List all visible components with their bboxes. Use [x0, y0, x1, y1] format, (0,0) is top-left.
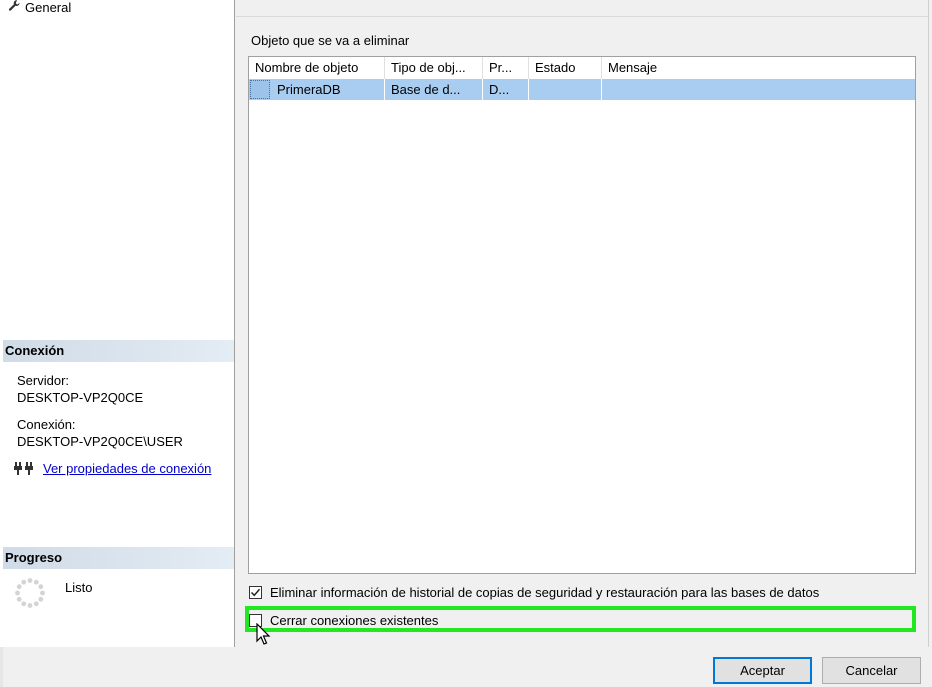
delete-history-label: Eliminar información de historial de cop…: [270, 585, 820, 600]
column-header-type[interactable]: Tipo de obj...: [385, 57, 483, 79]
objects-grid[interactable]: Nombre de objeto Tipo de obj... Pr... Es…: [248, 56, 916, 574]
delete-history-checkbox[interactable]: [249, 586, 262, 599]
mouse-cursor-icon: [256, 622, 272, 650]
wrench-icon: [8, 0, 21, 15]
sidebar-item-general[interactable]: General: [8, 0, 71, 16]
cell-name: PrimeraDB: [271, 79, 385, 100]
sidebar-item-label: General: [25, 0, 72, 15]
progress-spinner-icon: [14, 577, 46, 612]
cell-pr: D...: [483, 79, 529, 100]
option-delete-backup-history[interactable]: Eliminar información de historial de cop…: [249, 585, 819, 600]
progress-section-header: Progreso: [3, 547, 234, 569]
table-row[interactable]: PrimeraDB Base de d... D...: [249, 79, 915, 100]
column-header-name[interactable]: Nombre de objeto: [249, 57, 385, 79]
cell-estado: [529, 79, 602, 100]
cell-mensaje: [602, 79, 915, 100]
objects-to-delete-label: Objeto que se va a eliminar: [251, 33, 410, 48]
server-value: DESKTOP-VP2Q0CE: [17, 390, 144, 405]
column-header-pr[interactable]: Pr...: [483, 57, 529, 79]
connection-label: Conexión:: [17, 417, 76, 432]
accept-button[interactable]: Aceptar: [713, 657, 812, 684]
progress-status: Listo: [65, 580, 93, 595]
checkmark-icon: [250, 588, 261, 597]
connection-section-header: Conexión: [3, 340, 234, 362]
cancel-button[interactable]: Cancelar: [822, 657, 921, 684]
row-selector[interactable]: [250, 80, 270, 99]
column-header-estado[interactable]: Estado: [529, 57, 602, 79]
connection-value: DESKTOP-VP2Q0CE\USER: [17, 434, 183, 449]
sidebar: General Conexión Servidor: DESKTOP-VP2Q0…: [0, 0, 235, 647]
divider: [236, 16, 928, 17]
highlight-box: [245, 606, 916, 632]
server-label: Servidor:: [17, 373, 70, 388]
cell-type: Base de d...: [385, 79, 483, 100]
view-connection-properties-link[interactable]: Ver propiedades de conexión: [43, 461, 211, 476]
connection-plug-icon: [14, 460, 34, 479]
column-header-mensaje[interactable]: Mensaje: [602, 57, 915, 79]
